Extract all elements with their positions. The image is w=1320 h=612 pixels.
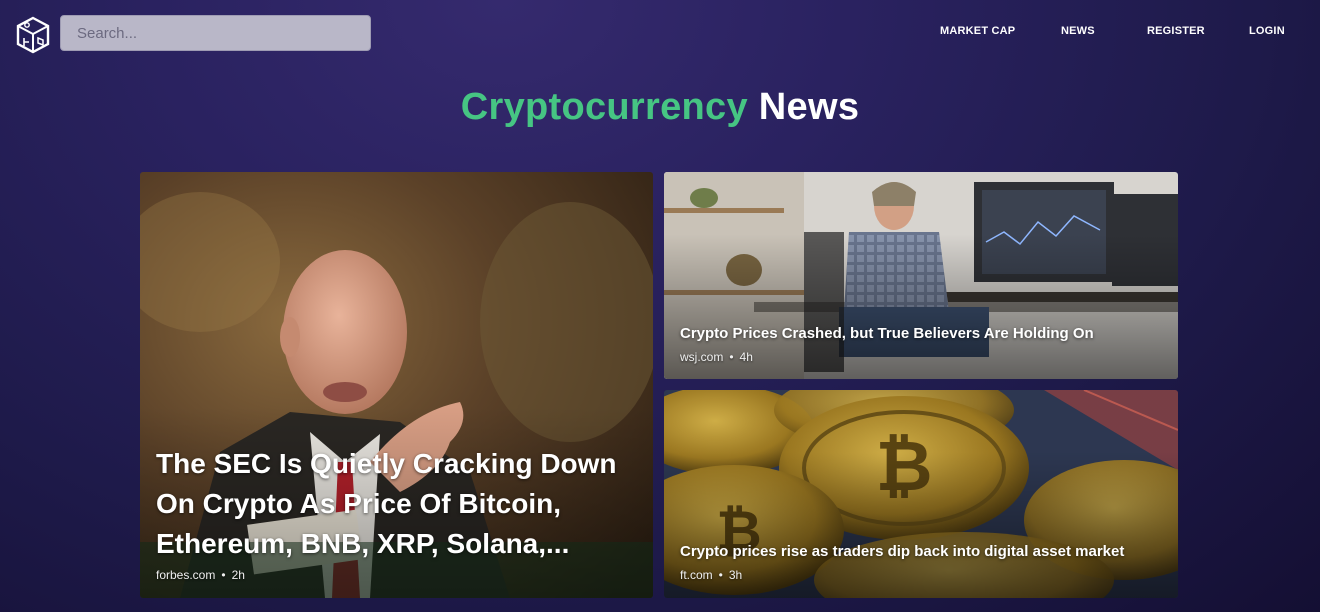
article-meta: ft.com • 3h (680, 568, 742, 582)
meta-separator: • (221, 568, 226, 582)
article-source: ft.com (680, 568, 713, 582)
article-headline[interactable]: Crypto Prices Crashed, but True Believer… (680, 325, 1170, 343)
nav-market-cap-link[interactable]: MARKET CAP (940, 25, 1015, 37)
page-title: Cryptocurrency News (0, 86, 1320, 129)
top-navbar: MARKET CAP NEWS REGISTER LOGIN (0, 0, 1320, 66)
article-source: wsj.com (680, 350, 724, 364)
meta-separator: • (729, 350, 734, 364)
article-source: forbes.com (156, 568, 216, 582)
nav-register-link[interactable]: REGISTER (1147, 25, 1205, 37)
article-age: 4h (739, 350, 753, 364)
article-age: 2h (231, 568, 245, 582)
article-shade (664, 172, 1178, 379)
article-card[interactable]: Crypto Prices Crashed, but True Believer… (664, 172, 1178, 379)
article-age: 3h (728, 568, 743, 582)
article-headline[interactable]: The SEC Is Quietly Cracking Down On Cryp… (156, 444, 636, 564)
page-title-rest: News (758, 86, 860, 128)
meta-separator: • (718, 568, 723, 582)
page-title-accent: Cryptocurrency (460, 86, 748, 128)
nav-news-link[interactable]: NEWS (1061, 25, 1095, 37)
nav-links: MARKET CAP NEWS REGISTER LOGIN (0, 25, 1320, 39)
article-headline[interactable]: Crypto prices rise as traders dip back i… (680, 543, 1170, 561)
article-meta: wsj.com • 4h (680, 350, 753, 364)
article-meta: forbes.com • 2h (156, 568, 245, 582)
article-shade (664, 390, 1178, 598)
nav-login-link[interactable]: LOGIN (1249, 25, 1285, 37)
featured-article-card[interactable]: The SEC Is Quietly Cracking Down On Cryp… (140, 172, 653, 598)
article-card[interactable]: ₿ ₿ Crypto prices rise as traders dip ba… (664, 390, 1178, 598)
